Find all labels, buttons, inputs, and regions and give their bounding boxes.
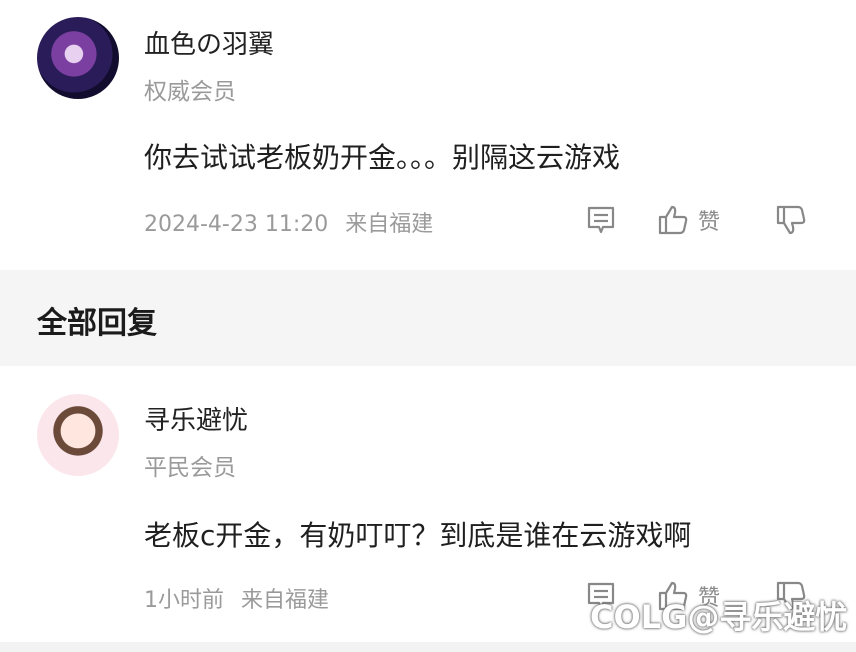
comment-icon	[587, 206, 615, 234]
comment-meta: 1小时前 来自福建	[144, 582, 339, 614]
comment-text: 你去试试老板奶开金。。。别隔这云游戏	[144, 141, 621, 174]
section-header: 全部回复	[0, 270, 856, 366]
location: 来自福建	[345, 212, 434, 237]
user-level: 平民会员	[144, 455, 236, 481]
like-button[interactable]: 赞	[656, 200, 720, 240]
avatar[interactable]	[37, 394, 119, 476]
comment-text: 老板c开金，有奶叮叮？到底是谁在云游戏啊	[144, 519, 692, 552]
thumbs-up-icon	[658, 205, 688, 235]
bottom-divider	[0, 642, 856, 652]
watermark: COLG@寻乐避忧	[590, 598, 848, 636]
avatar[interactable]	[37, 17, 119, 99]
timestamp: 1小时前	[144, 588, 224, 613]
location: 来自福建	[241, 588, 330, 613]
user-level: 权威会员	[144, 79, 236, 105]
comment-meta: 2024-4-23 11:20 来自福建	[144, 206, 443, 238]
username[interactable]: 寻乐避忧	[144, 400, 248, 437]
section-title: 全部回复	[37, 306, 157, 341]
dislike-button[interactable]	[774, 200, 808, 240]
like-label: 赞	[698, 210, 721, 235]
reply-button[interactable]	[584, 200, 618, 240]
username[interactable]: 血色の羽翼	[144, 24, 274, 61]
timestamp: 2024-4-23 11:20	[144, 212, 329, 237]
thumbs-down-icon	[776, 205, 806, 235]
comment-actions: 赞	[584, 200, 820, 240]
comment-1: 血色の羽翼 权威会员 你去试试老板奶开金。。。别隔这云游戏 2024-4-23 …	[0, 0, 856, 270]
